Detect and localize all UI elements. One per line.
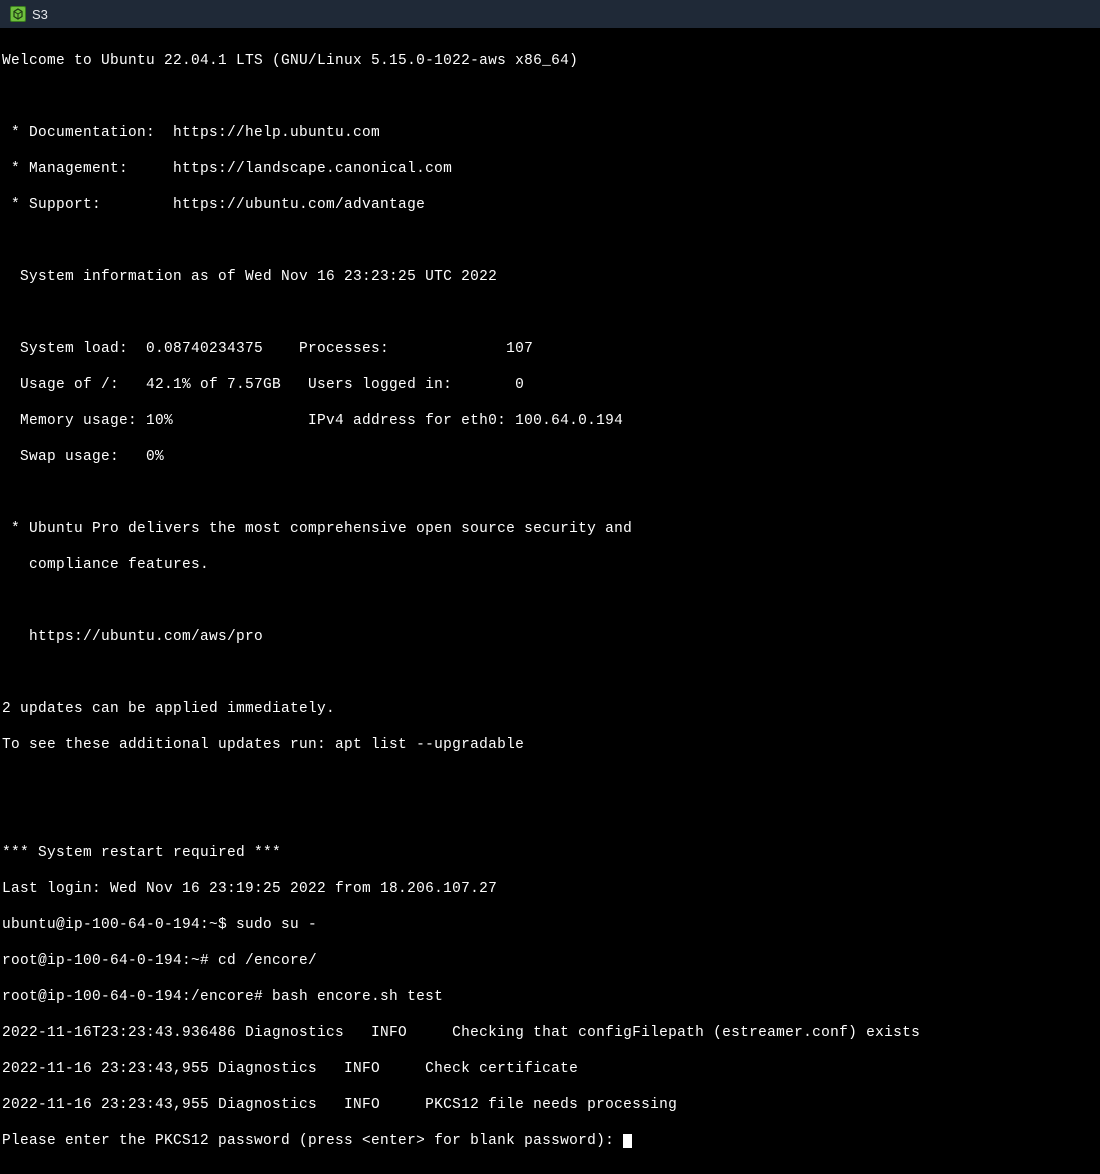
sysinfo-memory: Memory usage: 10% IPv4 address for eth0:… (2, 412, 1098, 430)
sysinfo-load: System load: 0.08740234375 Processes: 10… (2, 340, 1098, 358)
blank-line (2, 772, 1098, 790)
blank-line (2, 232, 1098, 250)
motd-management: * Management: https://landscape.canonica… (2, 160, 1098, 178)
password-prompt-text: Please enter the PKCS12 password (press … (2, 1133, 623, 1149)
blank-line (2, 808, 1098, 826)
log-output-2: 2022-11-16 23:23:43,955 Diagnostics INFO… (2, 1060, 1098, 1078)
updates-line1: 2 updates can be applied immediately. (2, 700, 1098, 718)
terminal-cursor[interactable] (623, 1134, 632, 1148)
restart-required: *** System restart required *** (2, 844, 1098, 862)
sysinfo-header: System information as of Wed Nov 16 23:2… (2, 268, 1098, 286)
sysinfo-swap: Swap usage: 0% (2, 448, 1098, 466)
last-login: Last login: Wed Nov 16 23:19:25 2022 fro… (2, 880, 1098, 898)
sysinfo-disk: Usage of /: 42.1% of 7.57GB Users logged… (2, 376, 1098, 394)
log-output-1: 2022-11-16T23:23:43.936486 Diagnostics I… (2, 1024, 1098, 1042)
log-output-3: 2022-11-16 23:23:43,955 Diagnostics INFO… (2, 1096, 1098, 1114)
blank-line (2, 664, 1098, 682)
terminal-output[interactable]: Welcome to Ubuntu 22.04.1 LTS (GNU/Linux… (0, 28, 1100, 1174)
ubuntupro-url: https://ubuntu.com/aws/pro (2, 628, 1098, 646)
ubuntupro-line2: compliance features. (2, 556, 1098, 574)
blank-line (2, 304, 1098, 322)
shell-prompt-cd: root@ip-100-64-0-194:~# cd /encore/ (2, 952, 1098, 970)
shell-prompt-bash: root@ip-100-64-0-194:/encore# bash encor… (2, 988, 1098, 1006)
aws-s3-icon (10, 6, 26, 22)
tab-title: S3 (32, 7, 48, 22)
blank-line (2, 484, 1098, 502)
ubuntupro-line1: * Ubuntu Pro delivers the most comprehen… (2, 520, 1098, 538)
window-titlebar: S3 (0, 0, 1100, 28)
blank-line (2, 88, 1098, 106)
password-prompt-line: Please enter the PKCS12 password (press … (2, 1132, 1098, 1150)
motd-welcome: Welcome to Ubuntu 22.04.1 LTS (GNU/Linux… (2, 52, 1098, 70)
shell-prompt-sudo: ubuntu@ip-100-64-0-194:~$ sudo su - (2, 916, 1098, 934)
motd-documentation: * Documentation: https://help.ubuntu.com (2, 124, 1098, 142)
motd-support: * Support: https://ubuntu.com/advantage (2, 196, 1098, 214)
updates-line2: To see these additional updates run: apt… (2, 736, 1098, 754)
blank-line (2, 592, 1098, 610)
